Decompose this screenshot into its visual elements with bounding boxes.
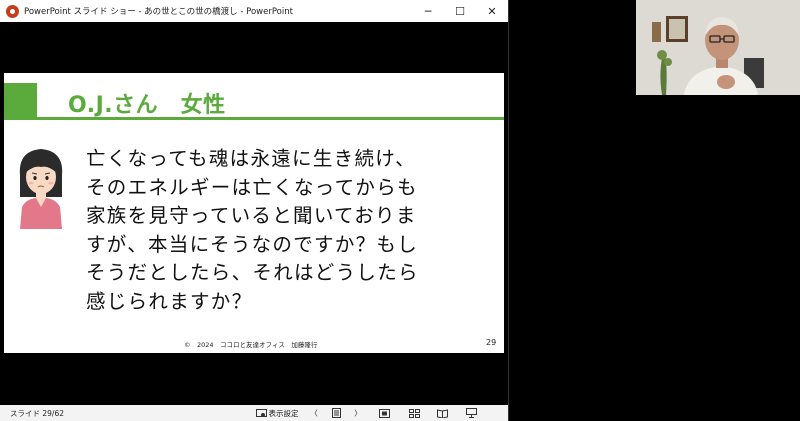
slide-body-text: 亡くなっても魂は永遠に生き続け、 そのエネルギーは亡くなってからも 家族を見守っ… <box>86 145 486 316</box>
grid-view-icon <box>408 408 420 418</box>
display-settings-label: 表示設定 <box>268 408 299 418</box>
slide-sorter-button[interactable] <box>324 405 348 421</box>
status-bar: スライド 29/62 表示設定 〈 〉 <box>0 405 508 421</box>
slideshow-icon <box>465 408 477 418</box>
slideshow-view-button[interactable] <box>456 405 486 421</box>
heading-underline <box>4 117 504 120</box>
slide-sorter-view-button[interactable] <box>400 405 428 421</box>
next-slide-button[interactable]: 〉 <box>348 405 368 421</box>
minimize-button[interactable]: ─ <box>412 0 444 22</box>
slide-footer: © 2024 ココロと友達オフィス 加藤隆行 <box>184 341 318 349</box>
normal-view-icon <box>378 408 390 418</box>
body-line: 家族を見守っていると聞いておりま <box>86 204 417 227</box>
body-line: そのエネルギーは亡くなってからも <box>86 175 418 199</box>
body-line: そうだとしたら、それはどうしたら <box>86 261 419 284</box>
body-line: 亡くなっても魂は永遠に生き続け、 <box>86 147 416 170</box>
display-settings-button[interactable]: 表示設定 <box>250 405 304 421</box>
slide-counter: スライド 29/62 <box>10 408 64 418</box>
slide-heading: O.J.さん 女性 <box>68 93 226 118</box>
normal-view-button[interactable] <box>368 405 400 421</box>
body-line: すが、本当にそうなのですか？もし <box>86 232 419 256</box>
window-title: PowerPoint スライド ショー - あの世とこの世の橋渡し - Powe… <box>24 7 293 17</box>
title-bar[interactable]: PowerPoint スライド ショー - あの世とこの世の橋渡し - Powe… <box>0 0 508 22</box>
slide-number: 29 <box>486 338 497 347</box>
powerpoint-icon <box>6 4 19 18</box>
slide[interactable]: O.J.さん 女性 亡くなっても魂は永遠に生き続け、 そのエネルギーは亡くなって… <box>4 73 504 353</box>
display-settings-icon <box>255 408 267 417</box>
presenter-video-icon <box>636 0 800 95</box>
reading-view-icon <box>436 408 448 418</box>
body-line: 感じられますか？ <box>86 289 253 313</box>
woman-avatar-icon <box>19 149 63 229</box>
maximize-button[interactable]: ☐ <box>444 0 476 22</box>
webcam-video-feed <box>636 0 800 95</box>
close-button[interactable]: ✕ <box>476 0 508 22</box>
previous-slide-button[interactable]: 〈 <box>304 405 324 421</box>
heading-accent-block <box>4 83 37 117</box>
powerpoint-window: PowerPoint スライド ショー - あの世とこの世の橋渡し - Powe… <box>0 0 509 421</box>
slide-list-icon <box>331 408 341 418</box>
reading-view-button[interactable] <box>428 405 456 421</box>
